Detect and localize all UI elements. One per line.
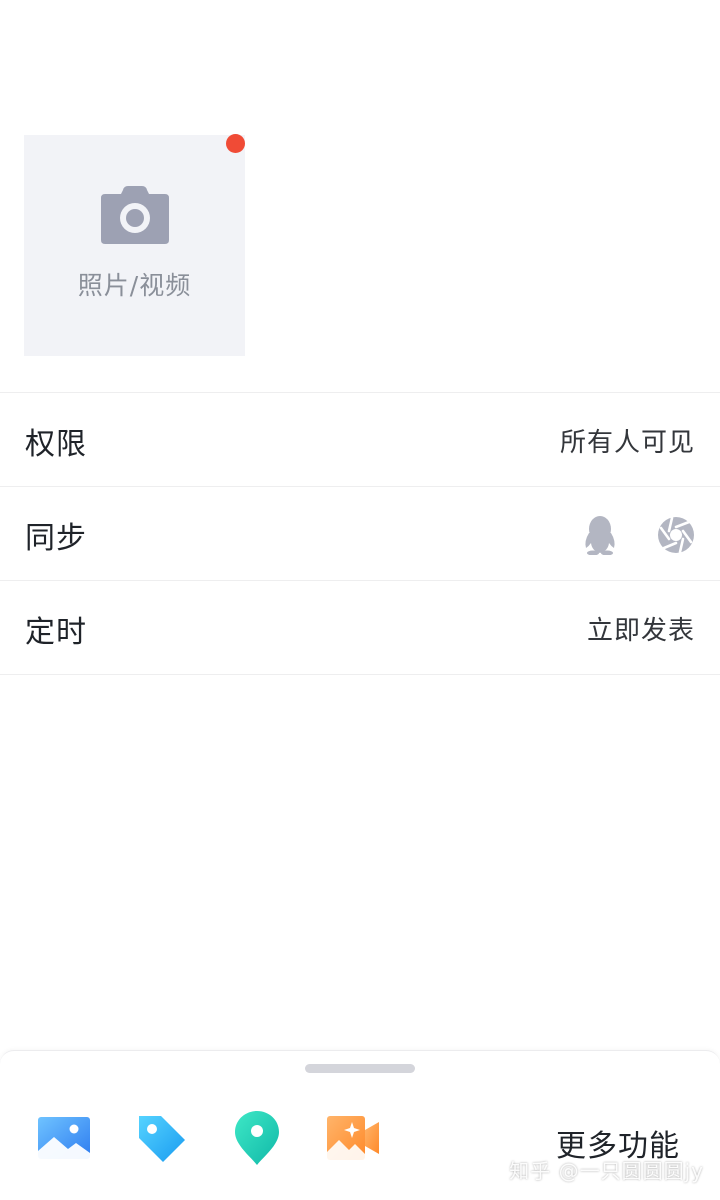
watermark-text: 知乎 @一只圆圆圆jy	[509, 1159, 704, 1183]
add-photo-video-button[interactable]: 照片/视频	[24, 135, 245, 356]
schedule-title: 定时	[25, 614, 87, 650]
divider	[0, 674, 720, 675]
media-label: 照片/视频	[77, 270, 192, 300]
image-icon[interactable]	[37, 1111, 91, 1165]
permission-title: 权限	[25, 426, 87, 462]
divider	[0, 580, 720, 581]
qq-icon[interactable]	[583, 515, 617, 555]
aperture-icon[interactable]	[657, 516, 695, 554]
bottom-toolbar: 更多功能 知乎 @一只圆圆圆jy	[0, 1050, 720, 1200]
video-icon[interactable]	[326, 1111, 380, 1165]
sync-row: 同步	[0, 488, 720, 581]
tag-icon[interactable]	[134, 1111, 188, 1165]
permission-row[interactable]: 权限 所有人可见	[0, 394, 720, 487]
schedule-row[interactable]: 定时 立即发表	[0, 582, 720, 675]
sync-title: 同步	[25, 520, 87, 556]
camera-icon	[100, 185, 169, 248]
notification-dot	[226, 134, 245, 153]
divider	[0, 392, 720, 393]
permission-value: 所有人可见	[559, 428, 695, 458]
sync-targets	[583, 515, 695, 555]
schedule-value: 立即发表	[586, 616, 695, 646]
drag-handle[interactable]	[305, 1064, 415, 1073]
location-icon[interactable]	[230, 1111, 284, 1165]
post-composer: 照片/视频 权限 所有人可见 同步 定时 立即发表 更多功能 知乎 @一只圆圆圆…	[0, 0, 720, 1200]
divider	[0, 486, 720, 487]
